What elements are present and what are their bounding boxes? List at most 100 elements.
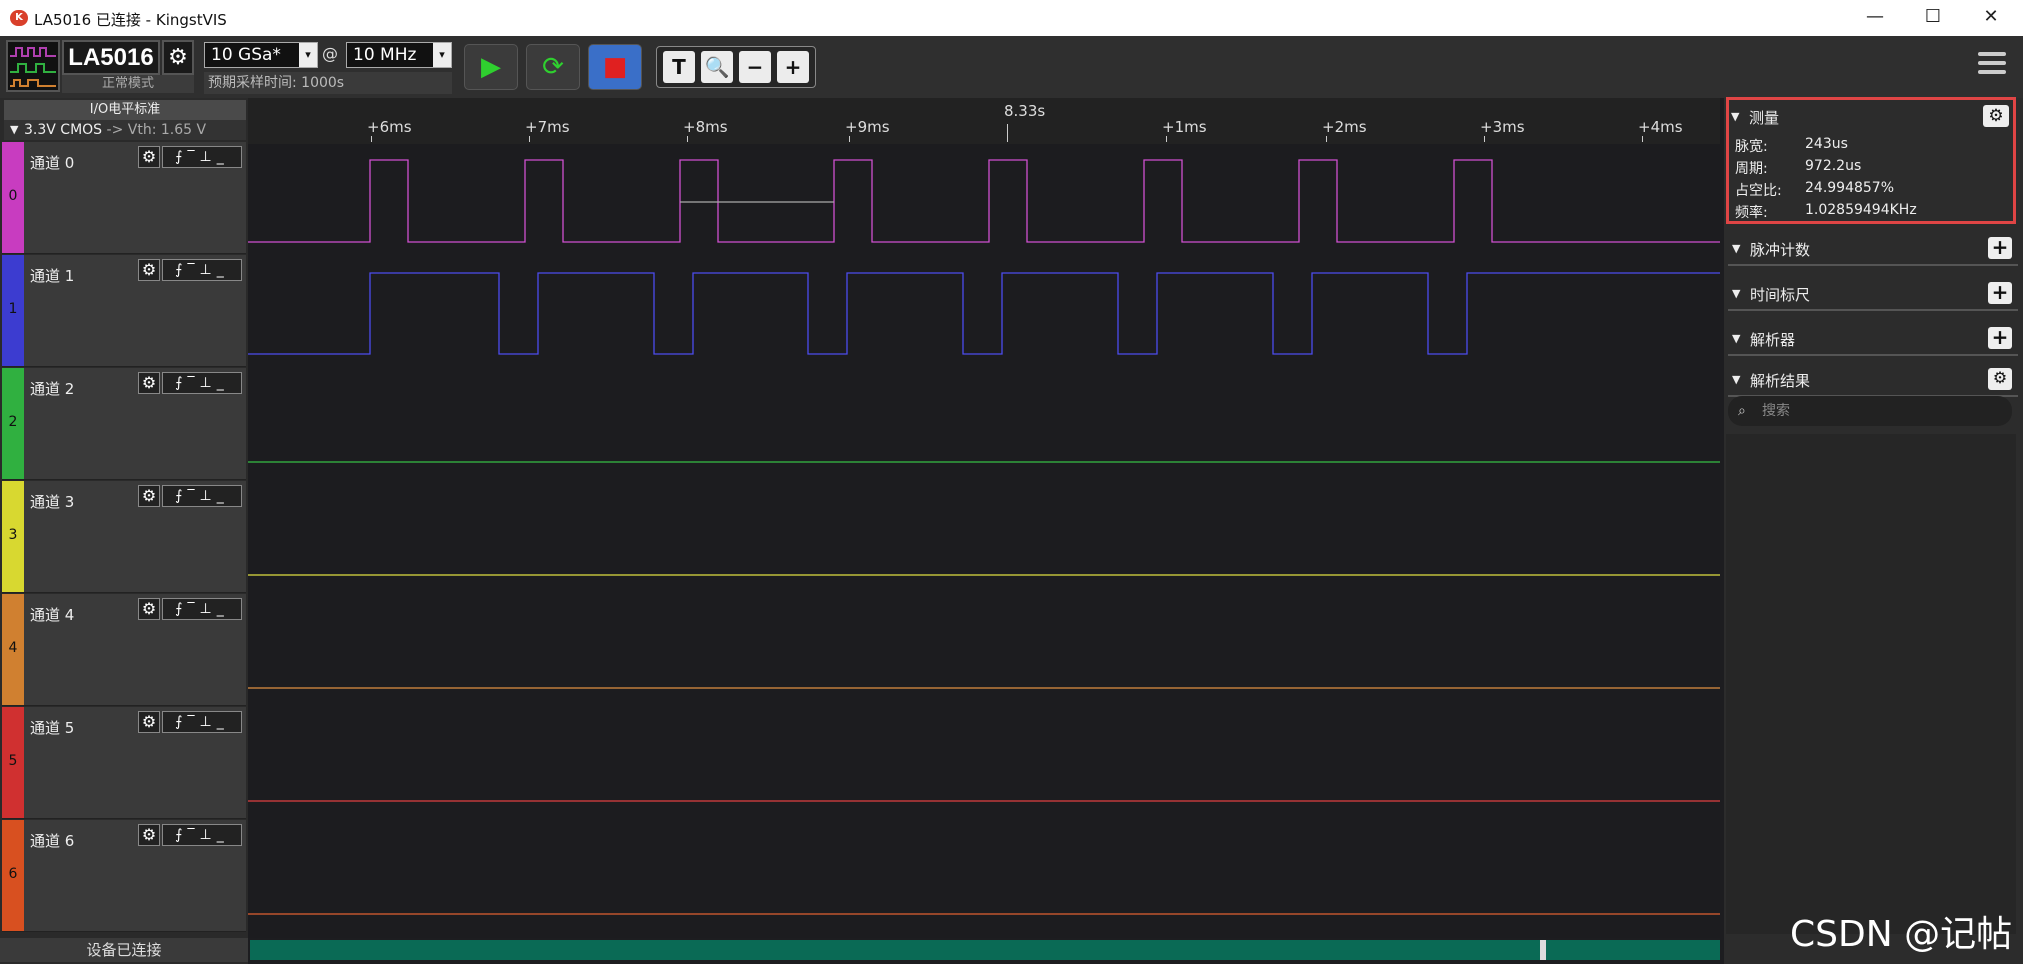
chevron-down-icon: ▾ [299, 43, 317, 67]
section-title: 脉冲计数 [1750, 241, 1811, 259]
edge-trigger-icons[interactable]: ⨍‾⊥_ [162, 485, 242, 507]
repeat-start-button[interactable]: ⟳ [526, 44, 580, 90]
triangle-down-icon: ▼ [1732, 373, 1741, 386]
channel-label[interactable]: 通道 0 [30, 152, 74, 173]
io-standard-select[interactable]: ▼ 3.3V CMOS -> Vth: 1.65 V [4, 120, 246, 140]
add-icon[interactable]: + [1988, 282, 2012, 304]
device-settings-gear-icon[interactable]: ⚙ [162, 40, 194, 75]
channel-number: 0 [8, 188, 18, 204]
channel-label[interactable]: 通道 1 [30, 265, 74, 286]
channel-settings-gear-icon[interactable]: ⚙ [138, 259, 160, 281]
channel-row: 2 通道 2 ⚙ ⨍‾⊥_ [2, 368, 246, 480]
channel-label[interactable]: 通道 3 [30, 491, 74, 512]
measure-value: 243us [1805, 136, 1848, 152]
channel-number: 3 [8, 527, 18, 543]
minimize-button[interactable]: — [1846, 0, 1904, 36]
measure-key: 脉宽: [1735, 139, 1768, 155]
channel-settings-gear-icon[interactable]: ⚙ [138, 372, 160, 394]
view-tools: T 🔍 − + [656, 46, 816, 88]
channel-settings-gear-icon[interactable]: ⚙ [138, 146, 160, 168]
title-bar: K LA5016 已连接 - KingstVIS — ☐ ✕ [0, 0, 2023, 36]
measure-row: 脉宽: 243us [1735, 136, 1848, 156]
channel-row: 5 通道 5 ⚙ ⨍‾⊥_ [2, 707, 246, 819]
channel-number: 1 [8, 301, 18, 317]
channel-1-trace [248, 272, 1720, 355]
triangle-down-icon: ▼ [10, 123, 19, 136]
channel-row: 4 通道 4 ⚙ ⨍‾⊥_ [2, 594, 246, 706]
measure-value: 972.2us [1805, 158, 1862, 174]
edge-trigger-icons[interactable]: ⨍‾⊥_ [162, 824, 242, 846]
search-icon: ⌕ [1738, 403, 1746, 419]
measure-key: 频率: [1735, 205, 1768, 221]
channel-label[interactable]: 通道 6 [30, 830, 74, 851]
channel-row: 0 通道 0 ⚙ ⨍‾⊥_ [2, 142, 246, 254]
app-logo-icon: K [10, 10, 28, 26]
measure-value: 24.994857% [1805, 180, 1895, 196]
section-title: 解析器 [1750, 331, 1796, 349]
sample-rate-select[interactable]: 10 GSa* ▾ [204, 42, 318, 68]
channel-row: 3 通道 3 ⚙ ⨍‾⊥_ [2, 481, 246, 593]
channel-settings-gear-icon[interactable]: ⚙ [138, 824, 160, 846]
vth-value: -> Vth: 1.65 V [106, 122, 207, 138]
horizontal-scrollbar[interactable] [250, 940, 1720, 960]
channel-settings-gear-icon[interactable]: ⚙ [138, 598, 160, 620]
estimated-sample-time: 预期采样时间: 1000s [204, 72, 452, 94]
add-icon[interactable]: + [1988, 327, 2012, 349]
io-standard-header: I/O电平标准 [4, 100, 246, 120]
panel-section[interactable]: ▼ 解析器 + [1728, 320, 2018, 356]
measure-row: 频率: 1.02859494KHz [1735, 202, 1917, 222]
channel-label[interactable]: 通道 5 [30, 717, 74, 738]
measure-settings-gear-icon[interactable]: ⚙ [1983, 105, 2009, 127]
channel-row: 1 通道 1 ⚙ ⨍‾⊥_ [2, 255, 246, 367]
device-mode: 正常模式 [62, 75, 194, 93]
start-button[interactable]: ▶ [464, 44, 518, 90]
triangle-down-icon: ▼ [1732, 332, 1741, 345]
triangle-down-icon: ▼ [1732, 242, 1741, 255]
edge-trigger-icons[interactable]: ⨍‾⊥_ [162, 711, 242, 733]
channel-row: 6 通道 6 ⚙ ⨍‾⊥_ [2, 820, 246, 932]
zoom-fit-icon[interactable]: 🔍 [701, 51, 733, 83]
stop-button[interactable]: ■ [588, 44, 642, 90]
edge-trigger-icons[interactable]: ⨍‾⊥_ [162, 146, 242, 168]
text-cursor-icon[interactable]: T [663, 51, 695, 83]
channel-0-trace [248, 159, 1720, 243]
connection-status: 设备已连接 [0, 938, 248, 962]
channel-number: 6 [8, 866, 18, 882]
triangle-down-icon: ▼ [1732, 287, 1741, 300]
edge-trigger-icons[interactable]: ⨍‾⊥_ [162, 259, 242, 281]
maximize-button[interactable]: ☐ [1904, 0, 1962, 36]
measurement-panel: ▼ 测量 ⚙ 脉宽: 243us 周期: 972.2us 占空比: 24.994857% 频… [1726, 97, 2016, 224]
measure-title: 测量 [1749, 109, 1780, 127]
sample-depth-select[interactable]: 10 MHz ▾ [346, 42, 452, 68]
zoom-out-icon[interactable]: − [739, 51, 771, 83]
section-title: 解析结果 [1750, 372, 1811, 390]
channel-settings-gear-icon[interactable]: ⚙ [138, 485, 160, 507]
add-icon[interactable]: + [1988, 237, 2012, 259]
channel-label[interactable]: 通道 4 [30, 604, 74, 625]
measure-value: 1.02859494KHz [1805, 202, 1917, 218]
section-title: 时间标尺 [1750, 286, 1811, 304]
edge-trigger-icons[interactable]: ⨍‾⊥_ [162, 598, 242, 620]
search-input[interactable]: ⌕ 搜索 [1728, 396, 2012, 426]
scrollbar-thumb[interactable] [1540, 940, 1546, 960]
channel-settings-gear-icon[interactable]: ⚙ [138, 711, 160, 733]
results-settings-gear-icon[interactable]: ⚙ [1988, 368, 2012, 390]
edge-trigger-icons[interactable]: ⨍‾⊥_ [162, 372, 242, 394]
results-list [1726, 434, 2016, 934]
channel-label[interactable]: 通道 2 [30, 378, 74, 399]
zoom-in-icon[interactable]: + [777, 51, 809, 83]
close-button[interactable]: ✕ [1962, 0, 2020, 36]
panel-section[interactable]: ▼ 解析结果 ⚙ [1728, 361, 2018, 397]
measure-row: 占空比: 24.994857% [1735, 180, 1894, 200]
channel-number: 2 [8, 414, 18, 430]
sample-rate-value: 10 GSa* [211, 45, 281, 65]
menu-icon[interactable] [1978, 52, 2006, 78]
channel-number: 4 [8, 640, 18, 656]
panel-section[interactable]: ▼ 时间标尺 + [1728, 275, 2018, 311]
panel-section[interactable]: ▼ 脉冲计数 + [1728, 230, 2018, 266]
channel-number: 5 [8, 753, 18, 769]
device-name: LA5016 [62, 40, 160, 75]
triangle-down-icon[interactable]: ▼ [1731, 110, 1739, 123]
at-label: @ [322, 44, 338, 63]
device-waveform-icon[interactable] [6, 40, 60, 92]
